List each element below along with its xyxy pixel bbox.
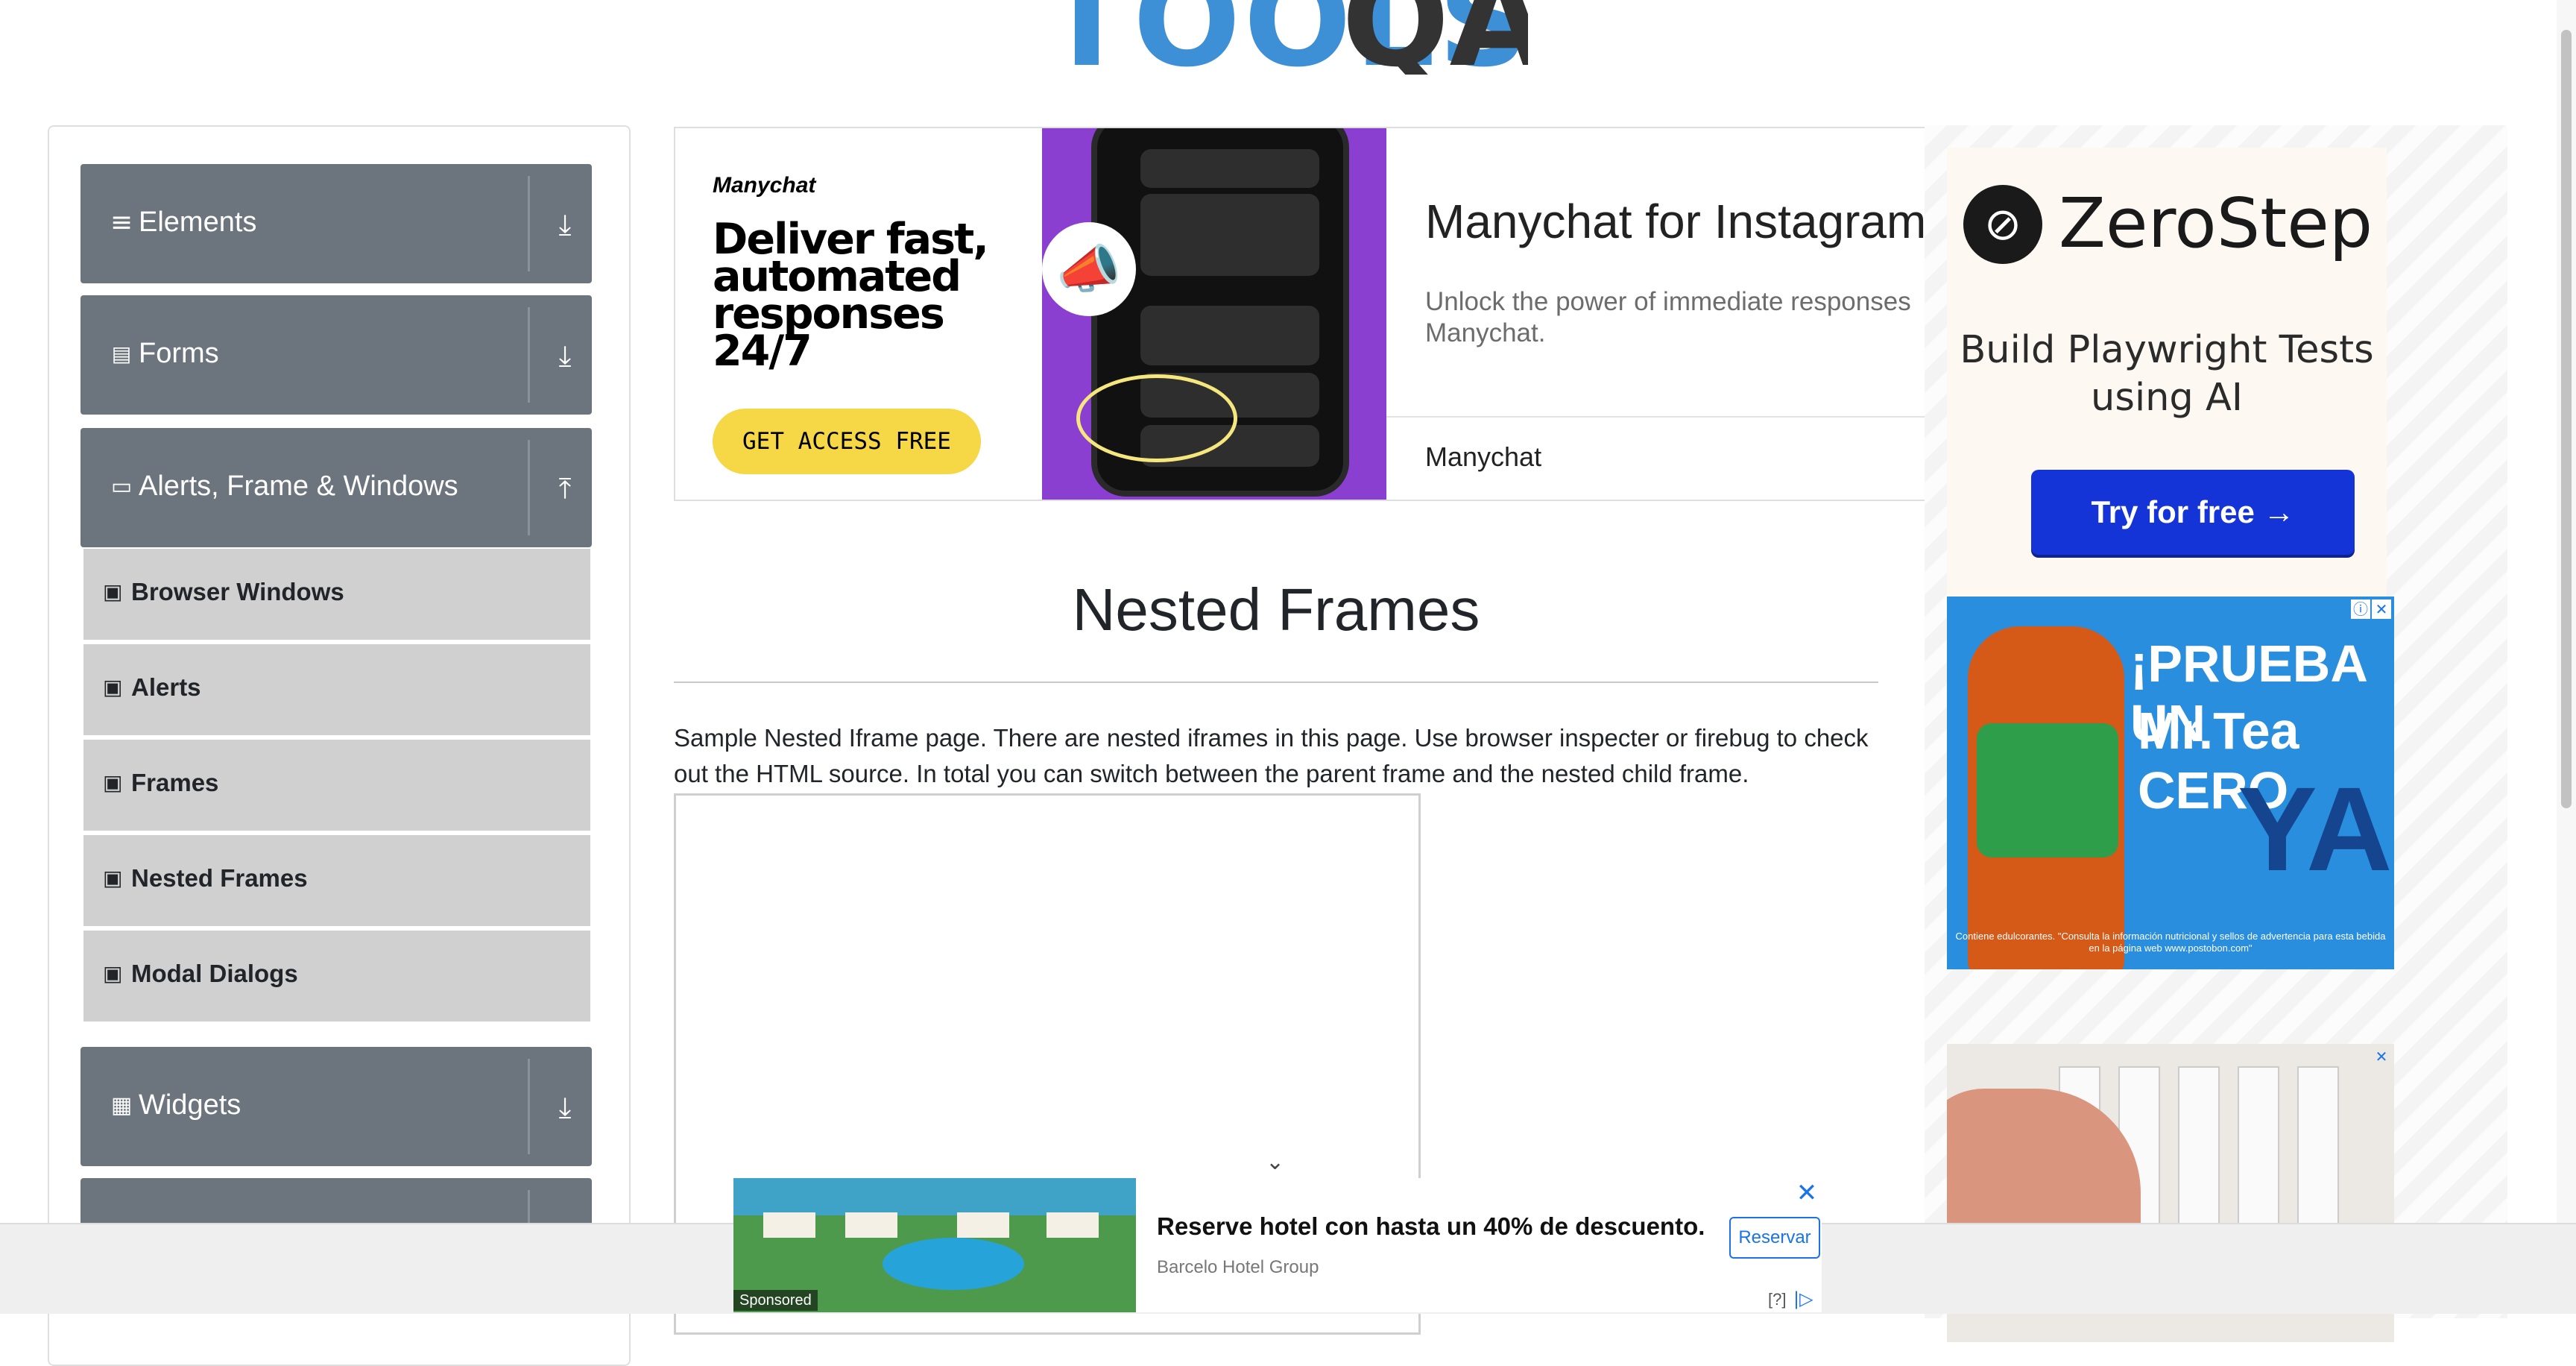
- chat-bubble: [1140, 194, 1319, 276]
- ad-description: Unlock the power of immediate responses …: [1425, 287, 1911, 347]
- html5-icon: ▣: [103, 961, 123, 986]
- page-title: Nested Frames: [1072, 576, 1480, 643]
- ad-title[interactable]: Manychat for Instagram: [1425, 194, 1926, 249]
- scrollbar-thumb[interactable]: [2561, 30, 2572, 808]
- html5-icon: ▣: [103, 770, 123, 795]
- hotel-ad-brand: Barcelo Hotel Group: [1157, 1257, 1319, 1277]
- sidebar-item-alerts[interactable]: ▣ Alerts: [83, 644, 590, 738]
- sea-image: [733, 1178, 1136, 1215]
- right-ad-rail: ⊘ ZeroStep Build Playwright Tests using …: [1925, 125, 2507, 1342]
- get-access-button[interactable]: GET ACCESS FREE: [713, 409, 981, 474]
- try-for-free-button[interactable]: Try for free →: [2031, 470, 2355, 555]
- sidebar-item-label: Nested Frames: [131, 864, 308, 892]
- group-divider: [528, 1059, 530, 1154]
- hotel-resort-image: Sponsored: [733, 1178, 1136, 1312]
- logo-qa: QA: [1342, 0, 1528, 75]
- sidebar-item-frames[interactable]: ▣ Frames: [83, 740, 590, 834]
- sidebar-item-label: Alerts: [131, 673, 201, 701]
- zerostep-ad[interactable]: ⊘ ZeroStep Build Playwright Tests using …: [1947, 148, 2387, 602]
- chevron-down-icon[interactable]: ⌄: [1266, 1151, 1288, 1174]
- building-image: [1046, 1212, 1099, 1238]
- zerostep-name: ZeroStep: [2059, 183, 2373, 263]
- close-icon[interactable]: ✕: [2372, 1047, 2391, 1066]
- hotel-ad[interactable]: Sponsored Reserve hotel con hasta un 40%…: [733, 1178, 1822, 1312]
- group-alerts-frame-windows[interactable]: ▭ Alerts, Frame & Windows ⤒: [80, 428, 592, 547]
- tea-exclaim: YA!: [2238, 762, 2394, 896]
- sidebar-item-label: Modal Dialogs: [131, 960, 298, 987]
- building-image: [957, 1212, 1009, 1238]
- download-icon[interactable]: ⤓: [550, 337, 580, 374]
- site-logo[interactable]: TOOLS QA: [1044, 0, 1528, 75]
- ad-source: Manychat: [1425, 441, 1542, 472]
- sidebar-item-label: Frames: [131, 769, 219, 796]
- group-widgets[interactable]: ▦ Widgets ⤓: [80, 1047, 592, 1166]
- help-link[interactable]: [?]: [1768, 1290, 1786, 1309]
- ad-headline: Deliver fast, automated responses 24/7: [713, 215, 989, 376]
- title-divider: [674, 682, 1878, 683]
- close-icon[interactable]: ✕: [2372, 599, 2391, 619]
- download-icon[interactable]: ⤓: [550, 1089, 580, 1126]
- breaker-image: [2238, 1066, 2279, 1233]
- tea-bottle-label: [1977, 723, 2118, 857]
- ad-phone-image: 📣: [1042, 128, 1386, 500]
- building-image: [845, 1212, 897, 1238]
- zerostep-logo-icon: ⊘: [1963, 185, 2042, 264]
- group-elements[interactable]: ≡ Elements ⤓: [80, 164, 592, 283]
- ad-brand-logo: Manychat: [713, 173, 816, 198]
- html5-icon: ▣: [103, 675, 123, 699]
- chat-bubble: [1140, 149, 1319, 188]
- upload-icon[interactable]: ⤒: [550, 470, 580, 507]
- building-image: [763, 1212, 815, 1238]
- group-label: Forms: [139, 338, 219, 369]
- group-divider: [528, 440, 530, 535]
- breaker-image: [2297, 1066, 2339, 1233]
- sidebar-item-label: Browser Windows: [131, 578, 344, 605]
- ad-divider: [1386, 416, 1928, 418]
- download-icon[interactable]: ⤓: [550, 206, 580, 243]
- sponsored-label: Sponsored: [733, 1290, 818, 1311]
- adchoices-icon[interactable]: |▷: [1793, 1288, 1813, 1309]
- reservar-button[interactable]: Reservar: [1729, 1217, 1820, 1259]
- sidebar-item-modal-dialogs[interactable]: ▣ Modal Dialogs: [83, 931, 590, 1024]
- group-label: Widgets: [139, 1089, 242, 1121]
- group-label: Alerts, Frame & Windows: [139, 470, 458, 502]
- menu-icon: ≡: [110, 207, 133, 238]
- close-icon[interactable]: ✕: [1792, 1178, 1822, 1208]
- sidebar-item-browser-windows[interactable]: ▣ Browser Windows: [83, 549, 590, 643]
- group-divider: [528, 307, 530, 403]
- tea-fine-print: Contiene edulcorantes. "Consulta la info…: [1955, 931, 2386, 954]
- ad-info-icon[interactable]: ⓘ: [2351, 599, 2370, 619]
- chat-bubble: [1140, 306, 1319, 365]
- group-forms[interactable]: ▤ Forms ⤓: [80, 295, 592, 415]
- sidebar-item-nested-frames[interactable]: ▣ Nested Frames: [83, 835, 590, 929]
- page-description: Sample Nested Iframe page. There are nes…: [674, 724, 1869, 787]
- manychat-ad[interactable]: Manychat Deliver fast, automated respons…: [674, 127, 1929, 501]
- widgets-icon: ▦: [110, 1092, 133, 1118]
- megaphone-icon: 📣: [1042, 222, 1136, 316]
- group-label: Elements: [139, 207, 257, 238]
- mr-tea-ad[interactable]: ¡PRUEBA UN Mr.Tea CERO YA! Contiene edul…: [1947, 597, 2394, 969]
- group-divider: [528, 176, 530, 271]
- document-icon: ▤: [111, 342, 132, 366]
- zerostep-tagline: Build Playwright Tests using AI: [1960, 328, 2374, 420]
- highlight-ring: [1076, 374, 1237, 462]
- hotel-ad-title[interactable]: Reserve hotel con hasta un 40% de descue…: [1157, 1212, 1705, 1241]
- pool-image: [883, 1238, 1024, 1290]
- window-icon: ▭: [110, 473, 133, 500]
- html5-icon: ▣: [103, 579, 123, 604]
- breaker-image: [2178, 1066, 2220, 1233]
- html5-icon: ▣: [103, 866, 123, 890]
